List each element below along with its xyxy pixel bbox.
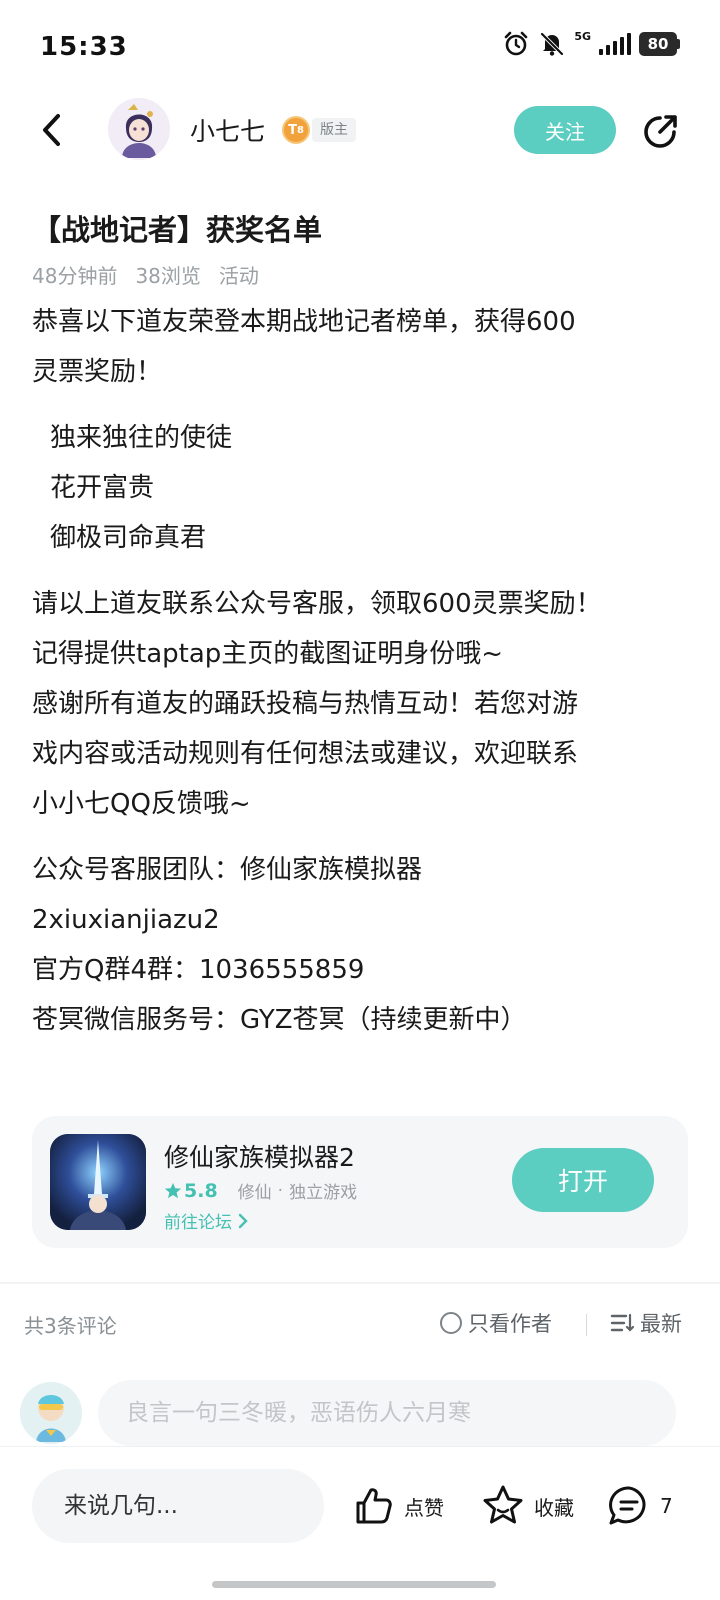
status-bar: 15:33 5G 80 [0,0,720,96]
contact-line: 苍冥微信服务号：GYZ苍冥（持续更新中） [32,1005,527,1035]
tag-separator: · [277,1180,284,1201]
chevron-right-icon [238,1213,248,1228]
battery-icon: 80 [639,32,680,56]
game-icon[interactable] [50,1134,146,1230]
alarm-icon [505,31,528,56]
open-game-button[interactable]: 打开 [512,1148,654,1212]
back-arrow-icon[interactable] [34,110,74,150]
comment-button[interactable]: 7 [606,1481,673,1531]
level-badge: T8 [282,116,310,144]
comment-input[interactable]: 良言一句三冬暖，恶语伤人六月寒 [98,1380,676,1446]
contact-line: 官方Q群4群：1036555859 [32,955,365,985]
section-divider [0,1282,720,1284]
favorite-button[interactable]: 收藏 [480,1481,574,1531]
comment-count: 共3条评论 [24,1314,117,1338]
post-meta: 48分钟前 38浏览 活动 [32,260,692,289]
rating-value: 5.8 [184,1179,218,1202]
star-outline-icon [483,1485,523,1524]
winner-item: 御极司命真君 [50,523,207,553]
contact-line: 2xiuxianjiazu2 [32,905,220,935]
post-title: 【战地记者】获奖名单 [32,213,323,247]
body-line: 感谢所有道友的踊跃投稿与热情互动！若您对游 [32,689,579,719]
network-label: 5G [574,29,591,43]
body-line: 小小七QQ反馈哦~ [32,789,251,819]
comment-bubble-icon [609,1486,646,1525]
game-name[interactable]: 修仙家族模拟器2 [164,1138,355,1174]
intro-line: 恭喜以下道友荣登本期战地记者榜单，获得600 [32,307,576,337]
quick-reply-input[interactable]: 来说几句... [32,1469,324,1543]
favorite-label: 收藏 [534,1495,574,1520]
intro-line: 灵票奖励！ [32,357,163,387]
comment-count-badge: 7 [660,1494,673,1518]
home-indicator[interactable] [212,1581,496,1588]
status-icons: 5G 80 [502,30,680,58]
post-time: 48分钟前 [32,264,118,288]
sort-latest-button[interactable]: 最新 [610,1308,682,1338]
level-number: 8 [296,124,304,136]
radio-icon [440,1312,462,1334]
post-category[interactable]: 活动 [219,260,259,289]
post-content: 【战地记者】获奖名单 48分钟前 38浏览 活动 恭喜以下道友荣登本期战地记者榜… [32,206,692,1045]
winner-item: 花开富贵 [50,473,155,503]
author-only-toggle[interactable]: 只看作者 [440,1308,552,1338]
game-info: 5.8 修仙 · 独立游戏 [164,1178,357,1203]
thumbs-up-icon [356,1488,392,1524]
game-rating: 5.8 [164,1180,218,1202]
author-avatar[interactable] [108,98,170,160]
author-only-label: 只看作者 [468,1312,552,1336]
sort-icon [610,1313,634,1332]
divider [586,1314,587,1336]
winner-list: 独来独往的使徒 花开富贵 御极司命真君 [50,413,692,563]
author-name[interactable]: 小七七 [190,112,265,148]
post-views: 38浏览 [135,264,201,288]
winner-item: 独来独往的使徒 [50,423,233,453]
share-icon[interactable] [638,110,682,154]
status-time: 15:33 [40,32,128,62]
like-label: 点赞 [404,1495,444,1520]
forum-link-label: 前往论坛 [164,1213,232,1233]
role-badge: 版主 [312,118,356,142]
mute-bell-icon [540,32,564,56]
body-line: 记得提供taptap主页的截图证明身份哦~ [32,639,504,669]
follow-button[interactable]: 关注 [514,106,616,154]
post-header: 小七七 T8 版主 关注 [0,96,720,176]
comment-input-row: 良言一句三冬暖，恶语伤人六月寒 [20,1380,692,1450]
body-line: 戏内容或活动规则有任何想法或建议，欢迎联系 [32,739,579,769]
star-icon [164,1182,182,1198]
body-line: 请以上道友联系公众号客服，领取600灵票奖励！ [32,589,602,619]
level-icon: T [288,122,297,138]
game-tag: 独立游戏 [289,1183,358,1203]
comments-bar: 共3条评论 只看作者 最新 [24,1306,696,1346]
bottom-action-bar: 来说几句... 点赞 收藏 7 [0,1446,720,1600]
game-card[interactable]: 修仙家族模拟器2 5.8 修仙 · 独立游戏 前往论坛 打开 [32,1116,688,1248]
sort-label: 最新 [640,1312,682,1336]
like-button[interactable]: 点赞 [352,1481,444,1531]
game-tag: 修仙 [237,1183,272,1203]
battery-level: 80 [639,32,677,56]
forum-link[interactable]: 前往论坛 [164,1208,250,1233]
user-avatar[interactable] [20,1382,82,1444]
signal-icon [599,33,631,55]
post-body: 恭喜以下道友荣登本期战地记者榜单，获得600 灵票奖励！ 独来独往的使徒 花开富… [32,297,692,1045]
contact-line: 公众号客服团队：修仙家族模拟器 [32,855,423,885]
